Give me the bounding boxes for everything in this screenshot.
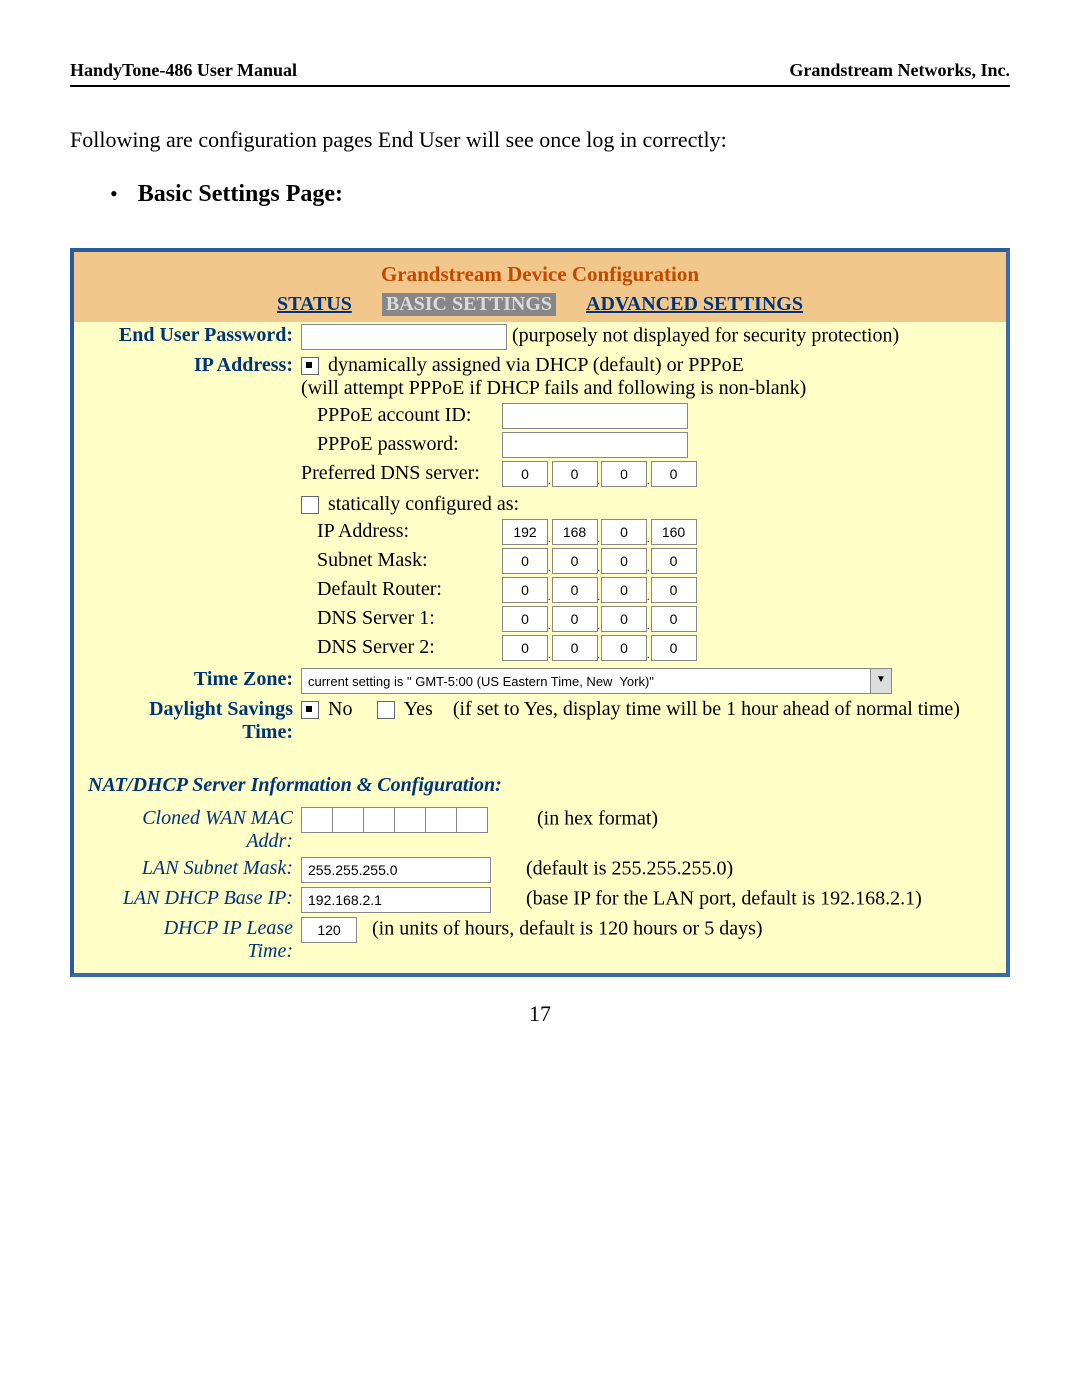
subnet-3[interactable] bbox=[601, 548, 647, 574]
radio-dst-yes[interactable] bbox=[377, 701, 395, 719]
panel-title: Grandstream Device Configuration bbox=[74, 252, 1006, 293]
mac-3[interactable] bbox=[363, 807, 395, 833]
header-left: HandyTone-486 User Manual bbox=[70, 60, 297, 81]
lease-label: DHCP IP Lease Time: bbox=[74, 915, 297, 965]
mac-2[interactable] bbox=[332, 807, 364, 833]
dns2-label: DNS Server 2: bbox=[317, 636, 497, 659]
static-ip-2[interactable] bbox=[552, 519, 598, 545]
lan-subnet-note: (default is 255.255.255.0) bbox=[526, 858, 733, 880]
lan-base-note: (base IP for the LAN port, default is 19… bbox=[526, 888, 922, 910]
subnet-4[interactable] bbox=[651, 548, 697, 574]
dns1-2[interactable] bbox=[552, 606, 598, 632]
dst-no-text: No bbox=[328, 698, 352, 720]
mac-4[interactable] bbox=[394, 807, 426, 833]
ip-address-label: IP Address: bbox=[74, 352, 297, 666]
static-ip-4[interactable] bbox=[651, 519, 697, 545]
end-user-password-input[interactable] bbox=[301, 324, 507, 350]
router-4[interactable] bbox=[651, 577, 697, 603]
lease-note: (in units of hours, default is 120 hours… bbox=[372, 918, 763, 940]
dhcp-text2: (will attempt PPPoE if DHCP fails and fo… bbox=[301, 377, 806, 399]
bullet-icon: • bbox=[110, 181, 118, 207]
preferred-dns-2[interactable] bbox=[552, 461, 598, 487]
mac-1[interactable] bbox=[301, 807, 333, 833]
subnet-1[interactable] bbox=[502, 548, 548, 574]
lan-subnet-input[interactable] bbox=[301, 857, 491, 883]
pppoe-password-label: PPPoE password: bbox=[317, 433, 497, 456]
header-right: Grandstream Networks, Inc. bbox=[789, 60, 1010, 81]
pppoe-account-input[interactable] bbox=[502, 403, 688, 429]
dns2-2[interactable] bbox=[552, 635, 598, 661]
radio-dhcp[interactable] bbox=[301, 357, 319, 375]
dns2-4[interactable] bbox=[651, 635, 697, 661]
lan-base-input[interactable] bbox=[301, 887, 491, 913]
intro-text: Following are configuration pages End Us… bbox=[70, 127, 1010, 153]
tab-bar: STATUS BASIC SETTINGS ADVANCED SETTINGS bbox=[74, 293, 1006, 322]
subnet-2[interactable] bbox=[552, 548, 598, 574]
cloned-mac-note: (in hex format) bbox=[537, 808, 658, 830]
nat-section-header: NAT/DHCP Server Information & Configurat… bbox=[78, 762, 1002, 803]
router-1[interactable] bbox=[502, 577, 548, 603]
dst-label: Daylight Savings Time: bbox=[74, 696, 297, 746]
lan-base-label: LAN DHCP Base IP: bbox=[74, 885, 297, 915]
static-ip-label: IP Address: bbox=[317, 520, 497, 543]
pppoe-password-input[interactable] bbox=[502, 432, 688, 458]
dns1-4[interactable] bbox=[651, 606, 697, 632]
router-3[interactable] bbox=[601, 577, 647, 603]
end-user-password-label: End User Password: bbox=[74, 322, 297, 352]
chevron-down-icon[interactable]: ▼ bbox=[871, 668, 892, 694]
tab-status[interactable]: STATUS bbox=[277, 293, 352, 316]
timezone-select[interactable] bbox=[301, 668, 871, 694]
router-2[interactable] bbox=[552, 577, 598, 603]
dhcp-text: dynamically assigned via DHCP (default) … bbox=[328, 354, 744, 376]
dst-yes-text: Yes bbox=[404, 698, 433, 720]
static-text: statically configured as: bbox=[328, 493, 519, 515]
dns1-1[interactable] bbox=[502, 606, 548, 632]
config-panel: Grandstream Device Configuration STATUS … bbox=[70, 248, 1010, 977]
page-number: 17 bbox=[70, 1001, 1010, 1027]
preferred-dns-label: Preferred DNS server: bbox=[301, 462, 497, 485]
end-user-password-note: (purposely not displayed for security pr… bbox=[512, 325, 899, 347]
preferred-dns-1[interactable] bbox=[502, 461, 548, 487]
static-ip-1[interactable] bbox=[502, 519, 548, 545]
lan-subnet-label: LAN Subnet Mask: bbox=[74, 855, 297, 885]
preferred-dns-octets: ... bbox=[502, 461, 696, 487]
pppoe-account-label: PPPoE account ID: bbox=[317, 404, 497, 427]
tab-basic-settings[interactable]: BASIC SETTINGS bbox=[382, 293, 556, 316]
subnet-label: Subnet Mask: bbox=[317, 549, 497, 572]
bullet-heading: Basic Settings Page: bbox=[138, 181, 343, 208]
lease-input[interactable] bbox=[301, 917, 357, 943]
mac-6[interactable] bbox=[456, 807, 488, 833]
timezone-label: Time Zone: bbox=[74, 666, 297, 696]
static-ip-3[interactable] bbox=[601, 519, 647, 545]
mac-5[interactable] bbox=[425, 807, 457, 833]
dst-note: (if set to Yes, display time will be 1 h… bbox=[453, 698, 960, 720]
dns2-1[interactable] bbox=[502, 635, 548, 661]
dns1-3[interactable] bbox=[601, 606, 647, 632]
dns2-3[interactable] bbox=[601, 635, 647, 661]
preferred-dns-3[interactable] bbox=[601, 461, 647, 487]
preferred-dns-4[interactable] bbox=[651, 461, 697, 487]
radio-dst-no[interactable] bbox=[301, 701, 319, 719]
router-label: Default Router: bbox=[317, 578, 497, 601]
tab-advanced-settings[interactable]: ADVANCED SETTINGS bbox=[586, 293, 803, 316]
cloned-mac-label: Cloned WAN MAC Addr: bbox=[74, 805, 297, 855]
cloned-mac-inputs bbox=[301, 808, 492, 830]
radio-static[interactable] bbox=[301, 496, 319, 514]
dns1-label: DNS Server 1: bbox=[317, 607, 497, 630]
